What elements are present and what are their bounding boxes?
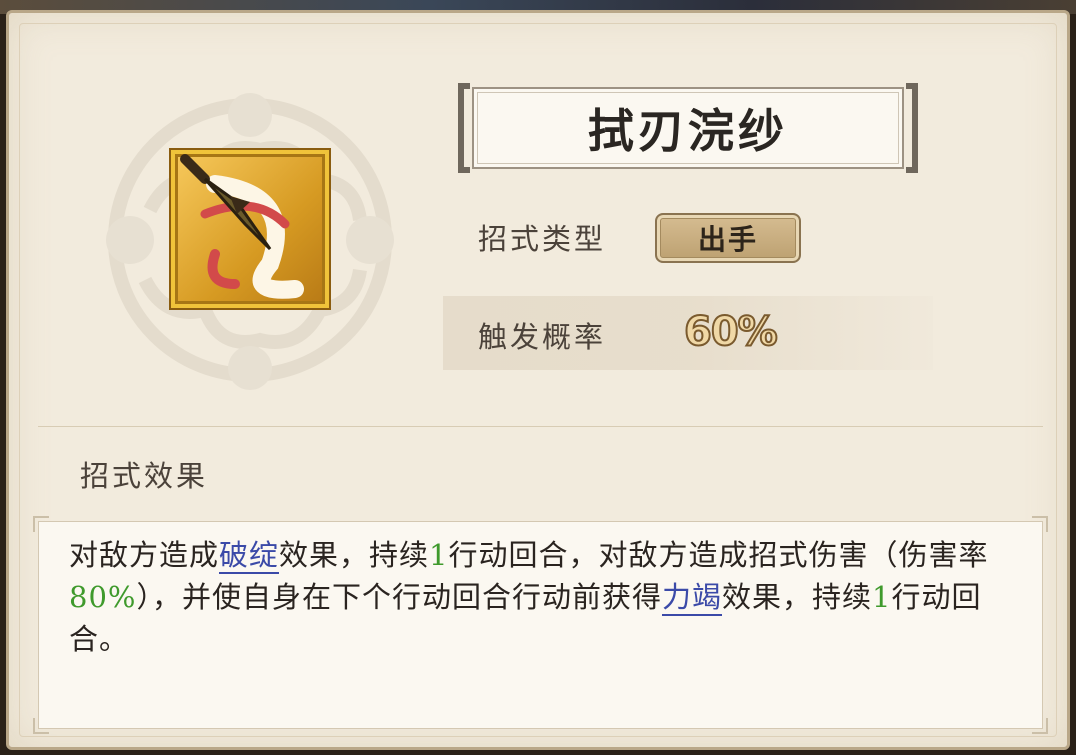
effect-text-segment: 效果，持续 bbox=[279, 538, 430, 572]
effect-text-segment: 效果，持续 bbox=[722, 580, 873, 614]
skill-type-label: 招式类型 bbox=[478, 222, 607, 256]
skill-type-value: 出手 bbox=[697, 223, 758, 256]
skill-effects-text: 对敌方造成破绽效果，持续1行动回合，对敌方造成招式伤害（伤害率80%），并使自身… bbox=[69, 534, 999, 660]
title-bracket-left bbox=[458, 83, 470, 173]
corner-ornament bbox=[1032, 718, 1048, 734]
keyword-link-flaw[interactable]: 破绽 bbox=[219, 538, 280, 574]
corner-ornament bbox=[33, 718, 49, 734]
duration-number: 1 bbox=[429, 538, 449, 572]
title-bracket-right bbox=[906, 83, 918, 173]
effect-text-segment: ），并使自身在下个行动回合行动前获得 bbox=[136, 580, 662, 614]
skill-effects-box: 对敌方造成破绽效果，持续1行动回合，对敌方造成招式伤害（伤害率80%），并使自身… bbox=[33, 516, 1048, 734]
skill-type-badge: 出手 bbox=[655, 213, 801, 263]
corner-ornament bbox=[33, 516, 49, 532]
effect-text-segment: 行动回合，对敌方造成招式伤害（伤害率 bbox=[448, 538, 989, 572]
skill-name: 拭刃浣纱 bbox=[588, 104, 788, 158]
keyword-link-exhaustion[interactable]: 力竭 bbox=[661, 580, 722, 616]
skill-icon bbox=[171, 150, 329, 308]
corner-ornament bbox=[1032, 516, 1048, 532]
effect-text-segment: 对敌方造成 bbox=[69, 538, 220, 572]
skill-title-box: 拭刃浣纱 bbox=[472, 87, 904, 169]
section-divider bbox=[38, 426, 1043, 427]
skill-title-frame: 拭刃浣纱 bbox=[458, 83, 918, 173]
dagger-with-red-ribbon-icon bbox=[180, 154, 304, 299]
trigger-rate-value: 60% bbox=[683, 308, 779, 356]
damage-rate-number: 80% bbox=[69, 580, 137, 614]
skill-effects-label: 招式效果 bbox=[80, 459, 209, 493]
duration-number: 1 bbox=[872, 580, 892, 614]
trigger-rate-label: 触发概率 bbox=[478, 320, 607, 354]
